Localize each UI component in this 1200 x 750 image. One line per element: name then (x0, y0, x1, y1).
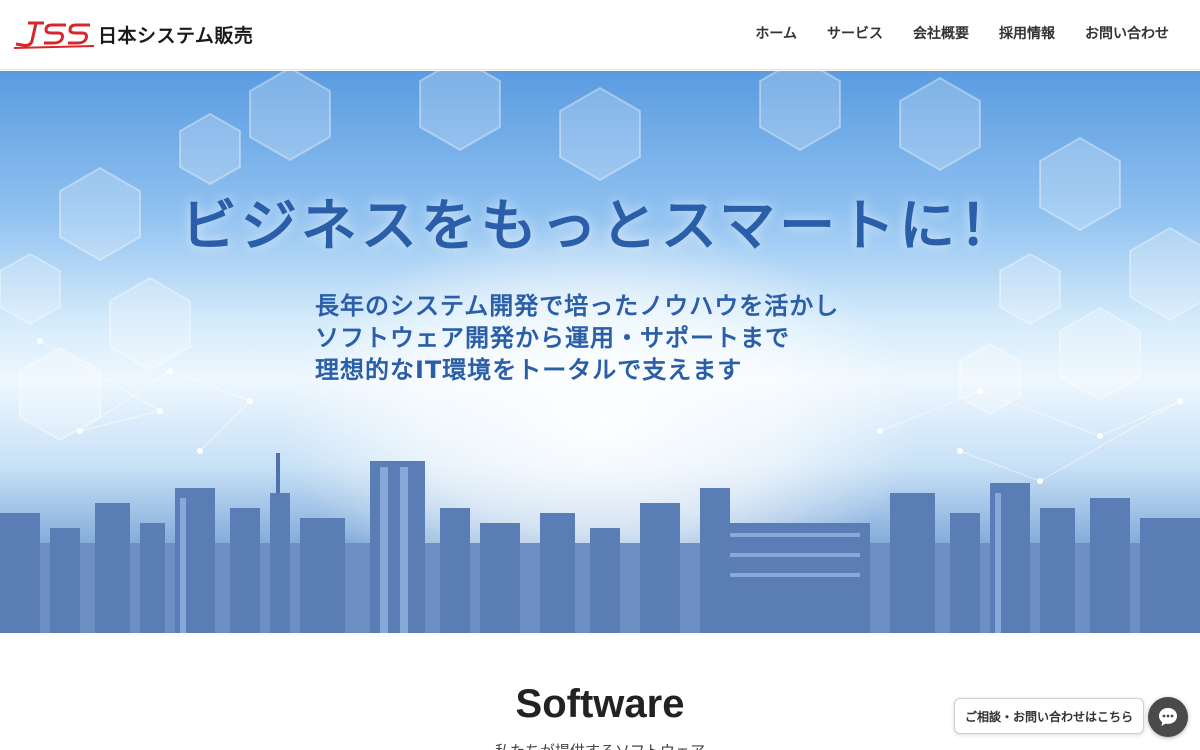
chat-bubble-icon (1159, 708, 1177, 726)
nav-contact[interactable]: お問い合わせ (1070, 24, 1184, 44)
city-skyline-image (0, 453, 1200, 633)
hero-banner: ビジネスをもっとスマートに！ 長年のシステム開発で培ったノウハウを活かし ソフト… (0, 71, 1200, 633)
hero-title: ビジネスをもっとスマートに！ (180, 194, 1020, 259)
nav-company[interactable]: 会社概要 (898, 24, 984, 44)
site-header: 日本システム販売 ホーム サービス 会社概要 採用情報 お問い合わせ (0, 0, 1200, 70)
logo[interactable]: 日本システム販売 (14, 14, 253, 54)
main-nav: ホーム サービス 会社概要 採用情報 お問い合わせ (740, 24, 1184, 44)
hero-line: ソフトウェア開発から運用・サポートまで (315, 324, 790, 352)
logo-text: 日本システム販売 (98, 24, 254, 47)
hero-line: 長年のシステム開発で培ったノウハウを活かし (315, 292, 840, 320)
hero-line: 理想的なIT環境をトータルで支えます (315, 356, 743, 384)
chat-label[interactable]: ご相談・お問い合わせはこちら (954, 698, 1145, 734)
hero-description: 長年のシステム開発で培ったノウハウを活かし ソフトウェア開発から運用・サポートま… (315, 290, 839, 386)
chat-button[interactable] (1148, 697, 1188, 737)
jss-logo-icon (14, 21, 94, 49)
section-subtitle: 私たちが提供するソフトウェア (0, 740, 1200, 750)
nav-home[interactable]: ホーム (740, 24, 812, 44)
nav-recruit[interactable]: 採用情報 (984, 24, 1070, 44)
nav-services[interactable]: サービス (812, 24, 898, 44)
